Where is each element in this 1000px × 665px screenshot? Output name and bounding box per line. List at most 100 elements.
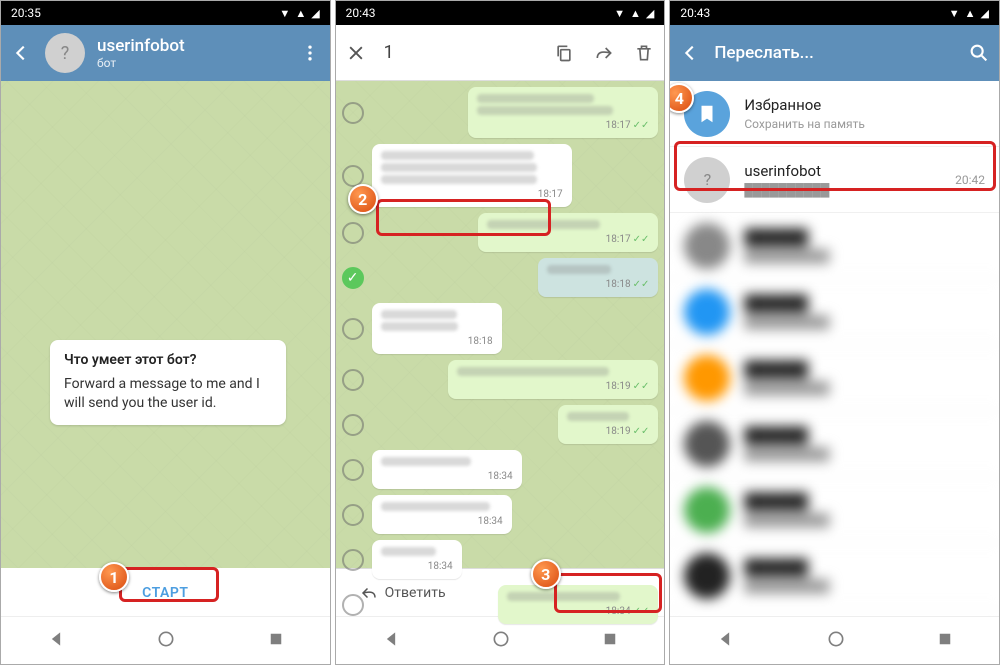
- messages-area[interactable]: 18:17✓✓ 18:17 18:17✓✓ ✓ 18:18✓✓ 18:18 18:19✓✓ 1…: [336, 81, 665, 570]
- chat-name: ██████: [744, 228, 971, 246]
- chat-avatar: [684, 421, 730, 467]
- chat-list-item[interactable]: Избранное Сохранить на память: [670, 81, 999, 147]
- intro-heading: Что умеет этот бот?: [64, 352, 272, 368]
- message-bubble[interactable]: 18:17: [372, 144, 572, 207]
- nav-back-icon[interactable]: [46, 629, 66, 653]
- delete-icon[interactable]: [632, 41, 656, 65]
- status-icons: ▼▲◢: [279, 7, 319, 20]
- select-circle[interactable]: ✓: [342, 267, 364, 289]
- select-circle[interactable]: [342, 504, 364, 526]
- status-icons: ▼▲◢: [614, 7, 654, 20]
- nav-home-icon[interactable]: [826, 629, 846, 653]
- chat-avatar: [684, 553, 730, 599]
- message-time: 18:34: [428, 561, 453, 572]
- status-bar: 20:35 ▼▲◢: [1, 1, 330, 25]
- nav-recent-icon[interactable]: [601, 630, 619, 652]
- message-row[interactable]: 18:34: [342, 450, 659, 489]
- chat-preview: Сохранить на память: [744, 117, 971, 131]
- message-row[interactable]: 18:18: [342, 303, 659, 354]
- nav-recent-icon[interactable]: [267, 630, 285, 652]
- chat-avatar: [684, 223, 730, 269]
- message-time: 18:19✓✓: [606, 381, 650, 392]
- message-bubble[interactable]: 18:18✓✓: [538, 258, 658, 297]
- select-circle[interactable]: [342, 414, 364, 436]
- message-time: 18:17✓✓: [606, 120, 650, 131]
- select-circle[interactable]: [342, 318, 364, 340]
- message-row[interactable]: 18:34: [342, 540, 659, 579]
- chat-time: 20:42: [955, 173, 985, 187]
- message-time: 18:18✓✓: [606, 279, 650, 290]
- message-bubble[interactable]: 18:17✓✓: [468, 87, 658, 138]
- chat-list-item[interactable]: ?userinfobot██████████20:42: [670, 147, 999, 213]
- back-icon[interactable]: [678, 41, 702, 65]
- chat-preview: ██████████: [744, 183, 941, 197]
- message-time: 18:34: [488, 471, 513, 482]
- selection-header: 1: [336, 25, 665, 81]
- close-icon[interactable]: [344, 41, 368, 65]
- copy-icon[interactable]: [552, 41, 576, 65]
- message-time: 18:18: [468, 336, 493, 347]
- chat-avatar: [684, 487, 730, 533]
- android-navbar: [1, 616, 330, 664]
- chat-preview: ██████████: [744, 447, 971, 461]
- nav-back-icon[interactable]: [381, 629, 401, 653]
- message-bubble[interactable]: 18:18: [372, 303, 502, 354]
- chat-name: ██████: [744, 492, 971, 510]
- chat-list-item[interactable]: ████████████████: [670, 345, 999, 411]
- chat-list[interactable]: ИзбранноеСохранить на память?userinfobot…: [670, 81, 999, 618]
- chat-list-item[interactable]: ████████████████: [670, 279, 999, 345]
- select-circle[interactable]: [342, 594, 364, 616]
- chat-avatar: [684, 289, 730, 335]
- callout-3: 3: [531, 559, 561, 589]
- bot-avatar[interactable]: ?: [45, 33, 85, 73]
- message-time: 18:34✓✓: [606, 606, 650, 617]
- chat-name: userinfobot: [744, 162, 941, 180]
- bot-intro-card: Что умеет этот бот? Forward a message to…: [50, 340, 286, 425]
- status-time: 20:35: [11, 6, 41, 20]
- status-bar: 20:43 ▼▲◢: [670, 1, 999, 25]
- android-navbar: [670, 616, 999, 664]
- chat-name: ██████: [744, 558, 971, 576]
- select-circle[interactable]: [342, 459, 364, 481]
- select-circle[interactable]: [342, 549, 364, 571]
- select-circle[interactable]: [342, 102, 364, 124]
- message-bubble[interactable]: 18:19✓✓: [558, 405, 658, 444]
- message-row[interactable]: 18:17✓✓: [342, 87, 659, 138]
- menu-icon[interactable]: [298, 41, 322, 65]
- message-row[interactable]: 18:34: [342, 495, 659, 534]
- message-bubble[interactable]: 18:19✓✓: [448, 360, 658, 399]
- message-row[interactable]: 18:17✓✓: [342, 213, 659, 252]
- message-bubble[interactable]: 18:34✓✓: [498, 585, 658, 624]
- chat-preview: ██████████: [744, 381, 971, 395]
- forward-header-icon[interactable]: [592, 41, 616, 65]
- chat-preview: ██████████: [744, 315, 971, 329]
- message-bubble[interactable]: 18:34: [372, 450, 522, 489]
- chat-list-item[interactable]: ████████████████: [670, 543, 999, 609]
- nav-home-icon[interactable]: [156, 629, 176, 653]
- chat-list-item[interactable]: ████████████████: [670, 213, 999, 279]
- back-icon[interactable]: [9, 41, 33, 65]
- message-bubble[interactable]: 18:34: [372, 540, 462, 579]
- message-row[interactable]: 18:17: [342, 144, 659, 207]
- start-bar: СТАРТ: [1, 568, 330, 618]
- chat-header: ? userinfobot бот: [1, 25, 330, 81]
- nav-recent-icon[interactable]: [936, 630, 954, 652]
- select-circle[interactable]: [342, 222, 364, 244]
- chat-list-item[interactable]: ████████████████: [670, 411, 999, 477]
- chat-name: Избранное: [744, 96, 971, 114]
- nav-home-icon[interactable]: [491, 629, 511, 653]
- chat-name: ██████: [744, 426, 971, 444]
- forward-header: Переслать...: [670, 25, 999, 81]
- search-icon[interactable]: [967, 41, 991, 65]
- status-icons: ▼▲◢: [949, 7, 989, 20]
- message-row[interactable]: 18:19✓✓: [342, 360, 659, 399]
- message-row[interactable]: ✓ 18:18✓✓: [342, 258, 659, 297]
- chat-list-item[interactable]: ████████████████: [670, 477, 999, 543]
- nav-back-icon[interactable]: [715, 629, 735, 653]
- message-bubble[interactable]: 18:34: [372, 495, 512, 534]
- select-circle[interactable]: [342, 369, 364, 391]
- message-bubble[interactable]: 18:17✓✓: [478, 213, 658, 252]
- start-button[interactable]: СТАРТ: [118, 577, 212, 609]
- message-row[interactable]: 18:19✓✓: [342, 405, 659, 444]
- message-row[interactable]: 18:34✓✓: [342, 585, 659, 624]
